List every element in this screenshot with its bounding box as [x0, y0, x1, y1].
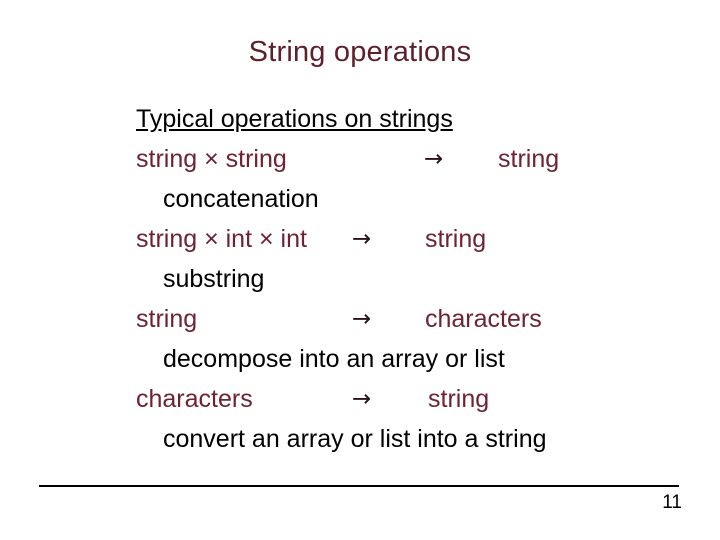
operation-codomain: string	[498, 145, 560, 173]
operation-signature: string → characters	[136, 299, 706, 339]
operation-codomain: characters	[425, 305, 542, 333]
arrow-icon: →	[352, 226, 372, 252]
operation-signature: string × string → string	[136, 139, 706, 179]
arrow-icon: →	[424, 146, 444, 172]
arrow-icon: →	[352, 386, 372, 412]
operation-description: concatenation	[163, 185, 319, 213]
footer-divider	[39, 485, 679, 487]
operation-description: convert an array or list into a string	[163, 425, 547, 453]
operation-description: decompose into an array or list	[163, 345, 505, 373]
slide-title: String operations	[248, 36, 472, 68]
slide: String operations Typical operations on …	[0, 0, 720, 540]
arrow-icon: →	[352, 306, 372, 332]
operation-domain: string	[136, 305, 198, 333]
operation-codomain: string	[428, 385, 490, 413]
slide-body: Typical operations on strings string × s…	[136, 99, 706, 459]
operation-domain: string × int × int	[136, 225, 307, 253]
operation-codomain: string	[425, 225, 487, 253]
operation-signature: characters → string	[136, 379, 706, 419]
operation-signature: string × int × int → string	[136, 219, 706, 259]
operation-domain: characters	[136, 385, 253, 413]
body-heading: Typical operations on strings	[136, 105, 453, 133]
operation-description: substring	[163, 265, 265, 293]
operation-domain: string × string	[136, 145, 287, 173]
page-number: 11	[662, 492, 682, 513]
